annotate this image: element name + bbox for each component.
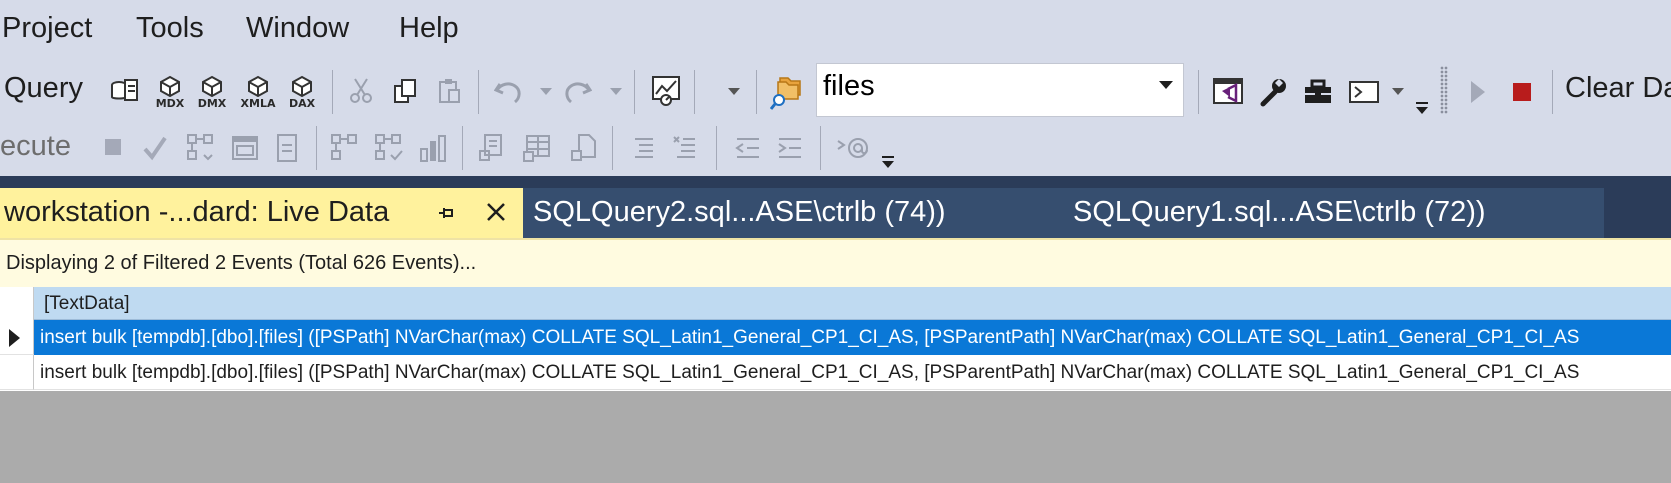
activity-monitor-icon[interactable]	[648, 72, 684, 110]
xmla-query-icon[interactable]: XMLA	[236, 70, 280, 114]
uncomment-lines-icon[interactable]	[668, 130, 702, 166]
toolbar-separator	[478, 70, 479, 114]
results-to-file-icon[interactable]	[566, 130, 600, 166]
menu-tools[interactable]: Tools	[136, 12, 204, 45]
database-engine-query-icon[interactable]	[108, 74, 142, 108]
command-window-icon[interactable]	[1346, 72, 1382, 112]
database-combo[interactable]: files	[816, 63, 1184, 117]
tab-label: SQLQuery1.sql...ASE\ctrlb (72))	[1073, 196, 1486, 228]
query-options-icon[interactable]	[228, 130, 262, 166]
paste-icon[interactable]	[432, 74, 466, 108]
grid-corner-cell[interactable]	[0, 287, 34, 320]
toolbar-grip[interactable]	[1440, 66, 1448, 114]
undo-dropdown-icon[interactable]	[540, 88, 552, 95]
command-window-dropdown-icon[interactable]	[1392, 88, 1404, 95]
comment-lines-icon[interactable]	[626, 130, 660, 166]
visual-studio-icon[interactable]	[1210, 72, 1246, 112]
textdata-cell[interactable]: insert bulk [tempdb].[dbo].[files] ([PSP…	[34, 320, 1671, 355]
menu-project[interactable]: Project	[2, 12, 92, 45]
find-in-files-icon[interactable]	[768, 72, 804, 112]
mdx-query-icon[interactable]: MDX	[150, 70, 190, 114]
toolbox-icon[interactable]	[1300, 72, 1336, 112]
sql-editor-toolbar: ecute	[0, 120, 1671, 176]
intellisense-icon[interactable]	[270, 130, 304, 166]
properties-wrench-icon[interactable]	[1256, 72, 1292, 112]
grid-empty-area	[0, 391, 1671, 483]
tab-label: SQLQuery2.sql...ASE\ctrlb (74))	[533, 196, 946, 228]
tab-sqlquery2[interactable]: SQLQuery2.sql...ASE\ctrlb (74))	[523, 188, 1060, 238]
menu-help[interactable]: Help	[399, 12, 459, 45]
stop-trace-icon[interactable]	[1504, 72, 1540, 112]
toolbar-separator	[716, 126, 717, 170]
event-data-grid[interactable]: [TextData] insert bulk [tempdb].[dbo].[f…	[0, 287, 1671, 391]
standard-toolbar: Query MDX DMX XMLA DAX files Clear Da	[0, 62, 1671, 120]
live-query-stats-icon[interactable]	[372, 130, 406, 166]
event-count-text: Displaying 2 of Filtered 2 Events (Total…	[6, 252, 477, 274]
toolbar-separator	[1198, 70, 1199, 114]
textdata-value: insert bulk [tempdb].[dbo].[files] ([PSP…	[40, 327, 1580, 348]
undo-icon[interactable]	[492, 74, 524, 108]
toolbar-separator	[820, 126, 821, 170]
row-header[interactable]	[0, 355, 34, 390]
redo-dropdown-icon[interactable]	[610, 88, 622, 95]
table-row[interactable]: insert bulk [tempdb].[dbo].[files] ([PSP…	[0, 355, 1671, 390]
toolbar-separator	[462, 126, 463, 170]
database-combo-value: files	[823, 70, 875, 102]
dmx-query-icon[interactable]: DMX	[192, 70, 232, 114]
row-header[interactable]	[0, 320, 34, 355]
results-to-text-icon[interactable]	[474, 130, 508, 166]
current-row-pointer-icon	[9, 329, 20, 347]
execute-button[interactable]: ecute	[0, 130, 71, 163]
client-statistics-icon[interactable]	[416, 130, 450, 166]
specify-template-parameters-icon[interactable]	[832, 128, 874, 168]
menu-window[interactable]: Window	[246, 12, 349, 45]
decrease-indent-icon[interactable]	[730, 130, 766, 166]
cut-icon[interactable]	[344, 74, 378, 108]
toolbar-separator	[1552, 70, 1553, 114]
database-combo-dropdown-icon[interactable]	[1159, 81, 1173, 89]
start-debug-icon[interactable]	[1462, 72, 1494, 112]
cancel-query-icon[interactable]	[98, 132, 128, 162]
toolbar-separator	[332, 70, 333, 114]
copy-icon[interactable]	[388, 74, 422, 108]
tab-label: workstation -...dard: Live Data	[4, 196, 390, 228]
event-count-infobar: Displaying 2 of Filtered 2 Events (Total…	[0, 238, 1671, 287]
tab-sqlquery1[interactable]: SQLQuery1.sql...ASE\ctrlb (72))	[1060, 188, 1604, 238]
results-to-grid-icon[interactable]	[520, 130, 554, 166]
toolbar-separator	[694, 70, 695, 114]
increase-indent-icon[interactable]	[772, 130, 808, 166]
close-tab-icon[interactable]	[482, 198, 510, 226]
tab-xevent-live-data[interactable]: workstation -...dard: Live Data	[0, 188, 523, 238]
redo-icon[interactable]	[562, 74, 594, 108]
parse-checkmark-icon[interactable]	[140, 132, 170, 164]
document-tab-strip: workstation -...dard: Live Data SQLQuery…	[0, 176, 1671, 238]
clear-data-button[interactable]: Clear Da	[1565, 72, 1671, 105]
textdata-cell[interactable]: insert bulk [tempdb].[dbo].[files] ([PSP…	[34, 355, 1671, 390]
query-button[interactable]: Query	[4, 72, 83, 105]
column-header-textdata[interactable]: [TextData]	[44, 293, 130, 315]
menu-bar: Project Tools Window Help	[0, 0, 1671, 62]
toolbar-separator	[756, 70, 757, 114]
textdata-value: insert bulk [tempdb].[dbo].[files] ([PSP…	[40, 362, 1580, 383]
toolbar-separator	[316, 126, 317, 170]
grid-header-row: [TextData]	[0, 287, 1671, 320]
table-row[interactable]: insert bulk [tempdb].[dbo].[files] ([PSP…	[0, 320, 1671, 355]
toolbar-separator	[634, 70, 635, 114]
pin-tab-icon[interactable]	[432, 200, 460, 226]
dax-query-icon[interactable]: DAX	[282, 70, 322, 114]
include-actual-plan-icon[interactable]	[328, 130, 362, 166]
display-estimated-plan-icon[interactable]	[184, 130, 218, 166]
solution-config-dropdown-icon[interactable]	[728, 88, 740, 95]
toolbar-separator	[612, 126, 613, 170]
